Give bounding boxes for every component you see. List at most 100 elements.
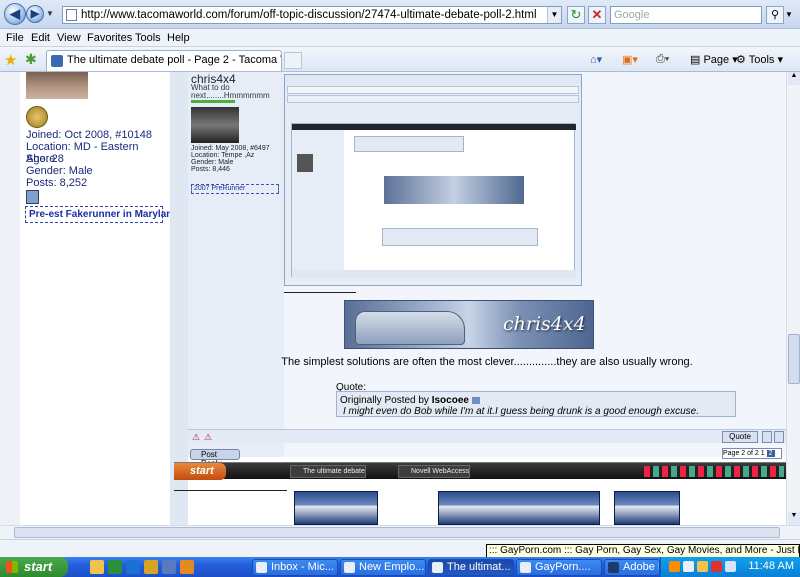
banner-watermark: chris4x4 [503,313,586,335]
post-reply-button[interactable]: Post Reply [190,449,240,468]
add-favorite-icon[interactable]: ✱ [25,51,37,68]
user-rank-badge: Pre-est Fakerunner in Maryland [25,206,179,223]
taskbar-button-label: Inbox - Mic... [271,561,334,573]
taskbar-button-ultimate[interactable]: The ultimat... [428,559,514,576]
horizontal-scrollbar[interactable] [0,525,800,539]
quicklaunch-word-icon[interactable] [162,560,176,574]
menu-file[interactable]: File [6,32,24,44]
menu-view[interactable]: View [57,32,81,44]
quote-by-prefix: Originally Posted by [340,395,429,406]
search-input[interactable]: Google [610,6,762,24]
embedded-titlebar [285,75,581,85]
new-tab-button[interactable] [284,52,302,69]
vertical-scroll-thumb[interactable] [788,334,800,384]
embedded-user-panel: chris4x4 What to do next........Hmmmmmm … [188,72,284,457]
taskbar-button-photoshop[interactable]: Adobe Phot... [604,559,660,576]
signature-banner-image: chris4x4 [344,300,594,349]
pager-page-1[interactable]: 1 [761,450,765,457]
avatar[interactable] [26,72,88,99]
embedded-tray-icons [644,466,784,477]
embedded-start-button: start [174,463,226,480]
embedded-taskbar-button: The ultimate debate ... [290,465,366,478]
view-post-icon[interactable] [471,396,480,404]
recent-pages-dropdown-icon[interactable]: ▼ [46,9,54,18]
refresh-button[interactable]: ↻ [567,6,585,24]
taskbar-button-new-employee[interactable]: New Emplo... [340,559,426,576]
tools-menu[interactable]: ⚙ Tools ▾ [736,53,783,66]
stop-button[interactable]: ✕ [588,6,606,24]
user-joined: Joined: Oct 2008, #10148 [26,129,152,141]
embedded-location: Location: Tempe ,Az [191,152,255,159]
quicklaunch-outlook-icon[interactable] [144,560,158,574]
menu-tools[interactable]: Tools [135,32,161,44]
scroll-down-icon[interactable]: ▼ [788,512,800,525]
address-input[interactable]: http://www.tacomaworld.com/forum/off-top… [62,6,562,24]
embedded-user-title-2: next........Hmmmmmm [191,91,270,100]
command-bar: ★ ✱ The ultimate debate poll - Page 2 - … [0,47,800,72]
horizontal-scroll-thumb[interactable] [14,527,780,538]
user-age: Age: 28 [26,153,64,165]
taskbar-button-inbox[interactable]: Inbox - Mic... [252,559,338,576]
warning-icon[interactable]: ⚠ [204,432,212,443]
start-button[interactable]: start [0,557,68,577]
embedded-statusbar [285,279,581,285]
embedded-avatar [191,107,239,143]
embedded-addressbar [287,86,579,94]
volume-icon[interactable] [725,561,736,572]
page-content: Joined: Oct 2008, #10148 Location: MD - … [0,72,786,525]
ie-icon [520,562,531,573]
site-favicon-icon [51,55,63,67]
embedded-posts: Posts: 8,446 [191,166,230,173]
tab-title: The ultimate debate poll - Page 2 - Taco… [67,54,281,66]
signature-separator [284,292,356,293]
home-icon[interactable]: ⌂▾ [590,53,602,66]
multi-quote-button[interactable] [762,431,772,443]
pager-page-2[interactable]: 2 [766,450,775,457]
print-icon[interactable]: ⎙▾ [656,53,669,66]
clock: 11:48 AM [748,560,794,572]
taskbar-button-label: The ultimat... [447,561,511,573]
address-dropdown-icon[interactable]: ▼ [547,7,561,23]
quicklaunch-excel-icon[interactable] [108,560,122,574]
page-menu[interactable]: ▤ Page ▾ [690,53,738,66]
tray-icon[interactable] [683,561,694,572]
embedded-mini-avatar [297,154,313,172]
medal-icon [26,190,39,204]
taskbar-button-gayporn[interactable]: GayPorn.... [516,559,602,576]
bottom-image-part [438,491,600,525]
report-icon[interactable]: ⚠ [192,432,200,443]
menu-edit[interactable]: Edit [31,32,50,44]
page-icon [66,9,77,21]
quote-attribution: Originally Posted by Isocoee [340,395,735,406]
menu-favorites[interactable]: Favorites [87,32,132,44]
vertical-scrollbar[interactable]: ▲ ▼ [786,72,800,525]
reputation-bar [191,100,235,103]
embedded-mini-banner [384,176,524,204]
user-posts: Posts: 8,252 [26,177,88,189]
quote-button[interactable]: Quote [722,431,758,443]
address-bar-row: ◀ ▶ ▼ http://www.tacomaworld.com/forum/o… [0,0,800,29]
quick-reply-button[interactable] [774,431,784,443]
back-button[interactable]: ◀ [4,3,26,25]
search-options-dropdown-icon[interactable]: ▼ [785,10,793,19]
tray-icon[interactable] [697,561,708,572]
embedded-mini-userpanel [292,130,344,278]
tray-icon[interactable] [711,561,722,572]
quicklaunch-firefox-icon[interactable] [180,560,194,574]
feeds-icon[interactable]: ▣▾ [622,53,638,66]
embedded-forum-page [291,123,576,278]
search-button[interactable]: ⚲ [766,6,784,24]
quicklaunch-folder-icon[interactable] [90,560,104,574]
tray-icon[interactable] [669,561,680,572]
forward-button[interactable]: ▶ [26,5,44,23]
tab-active[interactable]: The ultimate debate poll - Page 2 - Taco… [46,50,282,71]
embedded-mini-footer [292,270,576,278]
page-menu-label: Page [703,54,730,66]
scroll-up-icon[interactable]: ▲ [788,72,800,85]
menu-help[interactable]: Help [167,32,190,44]
favorites-star-icon[interactable]: ★ [4,51,17,69]
signature-text: The simplest solutions are often the mos… [281,356,693,368]
embedded-mini-quote-2 [382,228,538,246]
quicklaunch-ie-icon[interactable] [126,560,140,574]
system-tray: 11:48 AM [660,557,800,577]
